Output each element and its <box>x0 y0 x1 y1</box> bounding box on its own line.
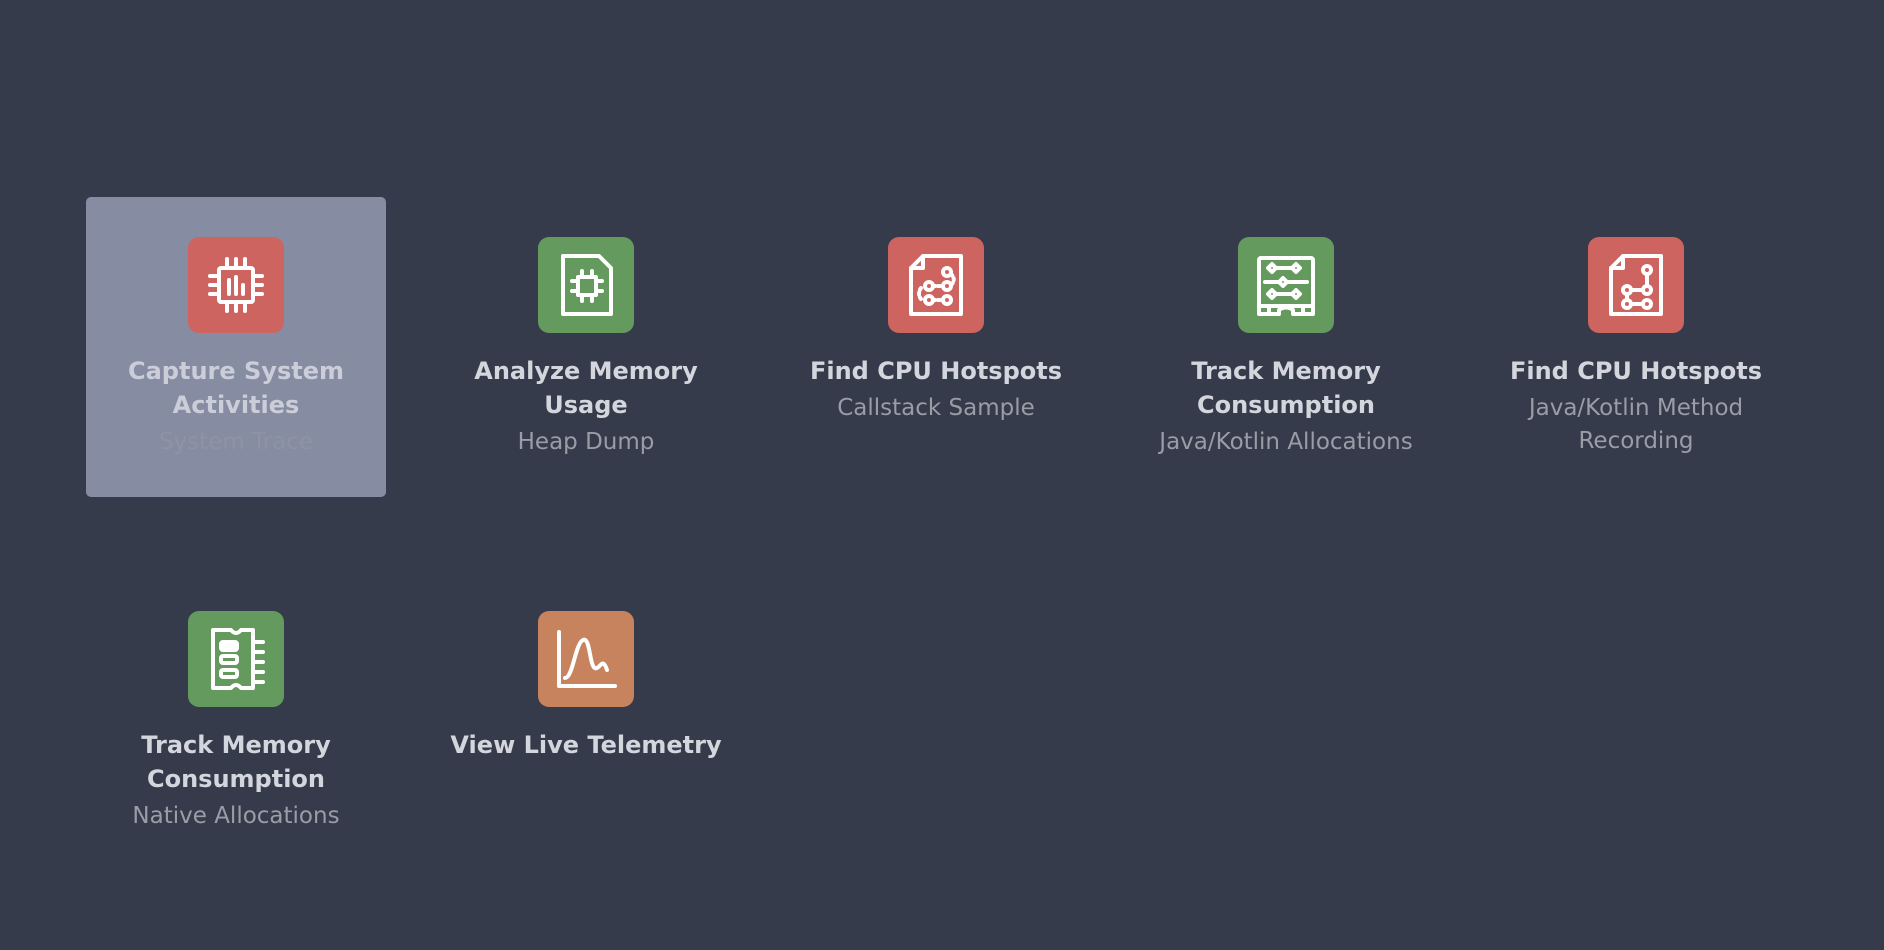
task-find-cpu-hotspots-method-recording[interactable]: Find CPU Hotspots Java/Kotlin Method Rec… <box>1486 197 1786 497</box>
task-title: Find CPU Hotspots <box>1509 357 1763 385</box>
memory-chip-file-icon <box>538 237 634 333</box>
task-selection-panel: Capture System Activities System Trace A… <box>0 0 1884 950</box>
telemetry-chart-icon <box>538 611 634 707</box>
task-title: Find CPU Hotspots <box>809 357 1063 385</box>
task-title: Track Memory Consumption <box>1191 357 1381 419</box>
task-view-live-telemetry[interactable]: View Live Telemetry <box>436 571 736 871</box>
task-find-cpu-hotspots-callstack[interactable]: Find CPU Hotspots Callstack Sample <box>786 197 1086 497</box>
memory-allocations-icon <box>1238 237 1334 333</box>
task-track-memory-java-kotlin[interactable]: Track Memory Consumption Java/Kotlin All… <box>1136 197 1436 497</box>
task-title: View Live Telemetry <box>450 731 722 759</box>
method-trace-file-icon <box>1588 237 1684 333</box>
task-subtitle: Java/Kotlin Allocations <box>1159 429 1413 455</box>
task-subtitle: Java/Kotlin Method Recording <box>1528 395 1744 454</box>
task-title: Analyze Memory Usage <box>474 357 698 419</box>
callstack-file-icon <box>888 237 984 333</box>
task-subtitle: Native Allocations <box>132 803 340 829</box>
native-memory-icon <box>188 611 284 707</box>
task-title: Track Memory Consumption <box>141 731 331 793</box>
task-subtitle: Heap Dump <box>517 429 655 455</box>
task-title: Capture System Activities <box>128 357 344 419</box>
task-capture-system-activities[interactable]: Capture System Activities System Trace <box>86 197 386 497</box>
task-subtitle: Callstack Sample <box>837 395 1035 421</box>
chip-activity-icon <box>188 237 284 333</box>
task-subtitle: System Trace <box>158 429 314 455</box>
task-track-memory-native[interactable]: Track Memory Consumption Native Allocati… <box>86 571 386 871</box>
task-analyze-memory-usage[interactable]: Analyze Memory Usage Heap Dump <box>436 197 736 497</box>
